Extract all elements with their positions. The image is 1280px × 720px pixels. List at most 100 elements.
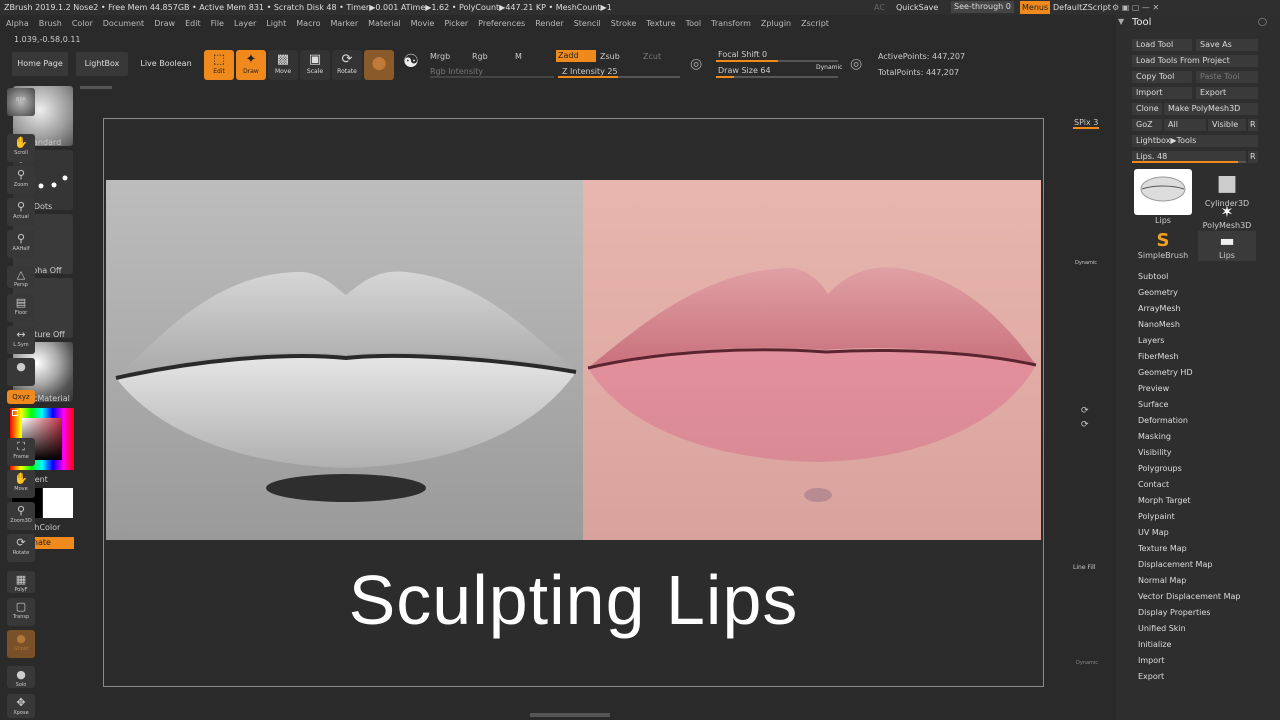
rotate-z-icon[interactable]: ⟳ bbox=[1081, 420, 1089, 430]
subpalette-polypaint[interactable]: Polypaint bbox=[1138, 512, 1175, 521]
zcut-button[interactable]: Zcut bbox=[643, 52, 661, 61]
menu-file[interactable]: File bbox=[211, 19, 224, 28]
window-controls[interactable]: ⚙ ▣ ▢ — ✕ bbox=[1112, 0, 1159, 15]
subpalette-surface[interactable]: Surface bbox=[1138, 400, 1168, 409]
subpalette-polygroups[interactable]: Polygroups bbox=[1138, 464, 1182, 473]
panel-scroll-icon[interactable]: ▼ bbox=[1118, 17, 1124, 26]
goz-all-button[interactable]: All bbox=[1164, 119, 1206, 131]
load-from-project-button[interactable]: Load Tools From Project bbox=[1132, 55, 1258, 67]
rotate-view-button[interactable]: ⟳ Rotate bbox=[7, 534, 35, 562]
material-button[interactable]: ⬤ bbox=[364, 50, 394, 80]
subpalette-geometry[interactable]: Geometry bbox=[1138, 288, 1178, 297]
bottom-scroll-handle[interactable] bbox=[530, 713, 610, 717]
load-tool-button[interactable]: Load Tool bbox=[1132, 39, 1192, 51]
menu-document[interactable]: Document bbox=[103, 19, 144, 28]
menu-zplugin[interactable]: Zplugin bbox=[761, 19, 791, 28]
tool-thumb-lips-2[interactable]: ▬ Lips bbox=[1198, 231, 1256, 261]
subpalette-morph-target[interactable]: Morph Target bbox=[1138, 496, 1191, 505]
subpalette-normal-map[interactable]: Normal Map bbox=[1138, 576, 1186, 585]
menu-macro[interactable]: Macro bbox=[296, 19, 320, 28]
export-tool-button[interactable]: Export bbox=[1196, 87, 1258, 99]
subpalette-masking[interactable]: Masking bbox=[1138, 432, 1171, 441]
tool-thumb-simplebrush[interactable]: S SimpleBrush bbox=[1134, 231, 1192, 277]
focal-shift-slider[interactable]: Focal Shift 0 bbox=[718, 50, 767, 59]
canvas-scroll-handle[interactable] bbox=[80, 86, 112, 89]
menu-marker[interactable]: Marker bbox=[330, 19, 358, 28]
quicksave-button[interactable]: QuickSave bbox=[896, 0, 938, 15]
menu-preferences[interactable]: Preferences bbox=[478, 19, 525, 28]
subpalette-export[interactable]: Export bbox=[1138, 672, 1164, 681]
zadd-button[interactable]: Zadd bbox=[556, 50, 596, 62]
subpalette-geometry-hd[interactable]: Geometry HD bbox=[1138, 368, 1193, 377]
subpalette-display-properties[interactable]: Display Properties bbox=[1138, 608, 1210, 617]
default-zscript-button[interactable]: DefaultZScript bbox=[1053, 0, 1111, 15]
frame-button[interactable]: ⛶ Frame bbox=[7, 438, 35, 466]
lock-button[interactable]: ● bbox=[7, 358, 35, 386]
subpalette-subtool[interactable]: Subtool bbox=[1138, 272, 1168, 281]
spix-slider[interactable]: SPix 3 bbox=[1074, 118, 1098, 127]
gradient-button[interactable]: ☯ bbox=[396, 50, 426, 80]
lsym-button[interactable]: ↔ L.Sym bbox=[7, 326, 35, 354]
rgb-button[interactable]: Rgb bbox=[472, 52, 488, 61]
menu-color[interactable]: Color bbox=[72, 19, 93, 28]
tool-thumb-lips[interactable]: Lips bbox=[1134, 169, 1192, 225]
menus-button[interactable]: Menus bbox=[1020, 1, 1051, 14]
menu-light[interactable]: Light bbox=[266, 19, 286, 28]
clone-button[interactable]: Clone bbox=[1132, 103, 1162, 115]
menu-zscript[interactable]: Zscript bbox=[801, 19, 829, 28]
menu-movie[interactable]: Movie bbox=[411, 19, 435, 28]
menu-render[interactable]: Render bbox=[535, 19, 563, 28]
menu-stroke[interactable]: Stroke bbox=[611, 19, 637, 28]
floor-button[interactable]: ▤ Floor bbox=[7, 294, 35, 322]
subpalette-arraymesh[interactable]: ArrayMesh bbox=[1138, 304, 1181, 313]
move-button[interactable]: ▩ Move bbox=[268, 50, 298, 80]
rgb-intensity-slider[interactable]: Rgb Intensity bbox=[430, 67, 483, 76]
subpalette-import[interactable]: Import bbox=[1138, 656, 1165, 665]
tool-slider-r-button[interactable]: R bbox=[1248, 151, 1258, 163]
subpalette-nanomesh[interactable]: NanoMesh bbox=[1138, 320, 1180, 329]
subpalette-displacement-map[interactable]: Displacement Map bbox=[1138, 560, 1212, 569]
live-boolean-button[interactable]: Live Boolean bbox=[136, 52, 196, 76]
menu-material[interactable]: Material bbox=[368, 19, 401, 28]
subpalette-vector-displacement-map[interactable]: Vector Displacement Map bbox=[1138, 592, 1240, 601]
scale-button[interactable]: ▣ Scale bbox=[300, 50, 330, 80]
subpalette-contact[interactable]: Contact bbox=[1138, 480, 1169, 489]
import-tool-button[interactable]: Import bbox=[1132, 87, 1192, 99]
draw-button[interactable]: ✦ Draw bbox=[236, 50, 266, 80]
polyf-button[interactable]: ▦ PolyF bbox=[7, 571, 35, 593]
xpose-button[interactable]: ✥ Xpose bbox=[7, 694, 35, 718]
rotate-button[interactable]: ⟳ Rotate bbox=[332, 50, 362, 80]
aahalf-button[interactable]: ⚲ AAHalf bbox=[7, 230, 35, 258]
panel-collapse-icon[interactable]: ◯ bbox=[1258, 17, 1267, 26]
lightbox-tools-button[interactable]: Lightbox▶Tools bbox=[1132, 135, 1258, 147]
scroll-button[interactable]: ✋ Scroll bbox=[7, 134, 35, 162]
subpalette-uv-map[interactable]: UV Map bbox=[1138, 528, 1169, 537]
goz-button[interactable]: GoZ bbox=[1132, 119, 1162, 131]
solo-button[interactable]: ● Solo bbox=[7, 666, 35, 688]
subpalette-layers[interactable]: Layers bbox=[1138, 336, 1164, 345]
z-intensity-slider[interactable]: Z Intensity 25 bbox=[562, 67, 618, 76]
subpalette-preview[interactable]: Preview bbox=[1138, 384, 1169, 393]
subpalette-fibermesh[interactable]: FiberMesh bbox=[1138, 352, 1179, 361]
make-polymesh-button[interactable]: Make PolyMesh3D bbox=[1164, 103, 1258, 115]
ghost-button[interactable]: ● Ghost bbox=[7, 630, 35, 658]
lightbox-button[interactable]: LightBox bbox=[76, 52, 128, 76]
bpr-button[interactable]: BPR bbox=[7, 88, 35, 116]
xyz-button[interactable]: Qxyz bbox=[7, 390, 35, 404]
dynamic-toggle[interactable]: Dynamic bbox=[816, 64, 842, 71]
primary-color-swatch[interactable] bbox=[43, 488, 73, 518]
tool-header[interactable]: Tool bbox=[1132, 17, 1151, 28]
menu-stencil[interactable]: Stencil bbox=[574, 19, 601, 28]
home-page-button[interactable]: Home Page bbox=[12, 52, 68, 76]
menu-transform[interactable]: Transform bbox=[711, 19, 751, 28]
menu-alpha[interactable]: Alpha bbox=[6, 19, 29, 28]
mrgb-button[interactable]: Mrgb bbox=[430, 52, 450, 61]
actual-button[interactable]: ⚲ Actual bbox=[7, 198, 35, 226]
subpalette-deformation[interactable]: Deformation bbox=[1138, 416, 1188, 425]
zoom3d-button[interactable]: ⚲ Zoom3D bbox=[7, 502, 35, 530]
see-through-slider[interactable]: See-through 0 bbox=[951, 1, 1014, 13]
paste-tool-button[interactable]: Paste Tool bbox=[1196, 71, 1258, 83]
save-as-button[interactable]: Save As bbox=[1196, 39, 1258, 51]
subpalette-visibility[interactable]: Visibility bbox=[1138, 448, 1172, 457]
goz-visible-button[interactable]: Visible bbox=[1208, 119, 1246, 131]
